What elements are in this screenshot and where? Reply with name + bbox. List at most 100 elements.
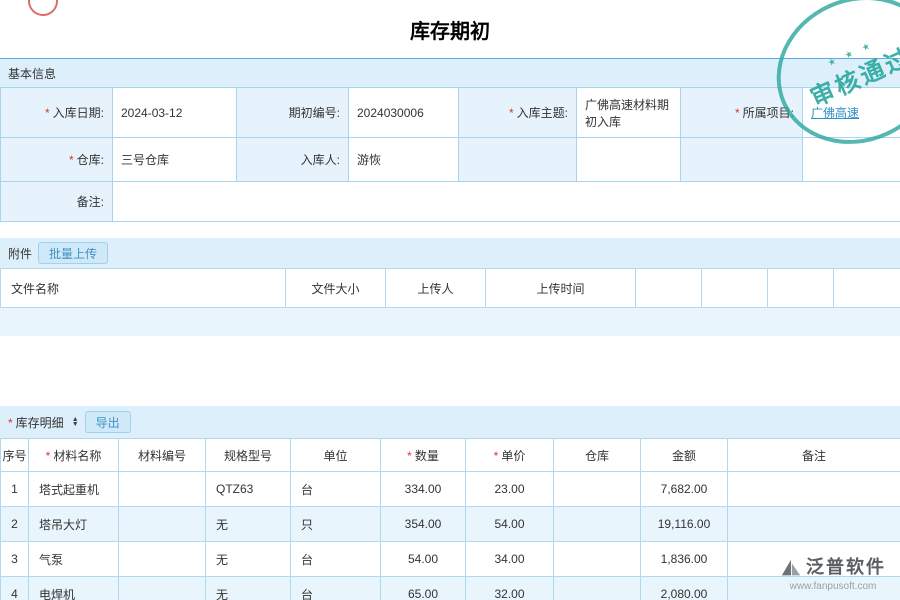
cell-warehouse bbox=[554, 507, 641, 542]
spacer bbox=[0, 336, 900, 406]
cell-remark bbox=[728, 472, 900, 507]
batch-upload-button[interactable]: 批量上传 bbox=[38, 242, 108, 264]
cell-spec-model: 无 bbox=[206, 542, 291, 577]
fanpu-brand-name: 泛普软件 bbox=[806, 553, 886, 579]
cell-unit-price: 23.00 bbox=[466, 472, 554, 507]
field-label-inbound-subject: *入库主题: bbox=[459, 88, 577, 138]
cell-spec-model: QTZ63 bbox=[206, 472, 291, 507]
title-bar: 库存期初 bbox=[0, 0, 900, 59]
label-text: 入库日期: bbox=[53, 106, 104, 120]
cell-material-name: 塔式起重机 bbox=[29, 472, 119, 507]
field-value-opening-number: 2024030006 bbox=[349, 88, 459, 138]
cell-quantity: 54.00 bbox=[381, 542, 466, 577]
field-value-inbound-person: 游恢 bbox=[349, 138, 459, 182]
col-header-empty bbox=[636, 269, 702, 308]
cell-quantity: 65.00 bbox=[381, 577, 466, 600]
col-header-file-size: 文件大小 bbox=[286, 269, 386, 308]
required-mark: * bbox=[69, 153, 74, 167]
export-button[interactable]: 导出 bbox=[85, 411, 131, 433]
cell-warehouse bbox=[554, 472, 641, 507]
field-value-inbound-date: 2024-03-12 bbox=[113, 88, 237, 138]
required-mark: * bbox=[735, 106, 740, 120]
col-header-upload-time: 上传时间 bbox=[486, 269, 636, 308]
label-text: 期初编号: bbox=[289, 106, 340, 120]
sort-down-icon: ▼ bbox=[72, 422, 79, 427]
detail-title-wrap: *库存明细 bbox=[8, 414, 64, 431]
col-header-warehouse: 仓库 bbox=[554, 439, 641, 472]
cell-remark bbox=[728, 507, 900, 542]
col-header-uploader: 上传人 bbox=[386, 269, 486, 308]
empty-value-cell bbox=[577, 138, 681, 182]
fanpu-brand: 泛普软件 www.fanpusoft.com bbox=[780, 553, 886, 592]
col-header-unit: 单位 bbox=[291, 439, 381, 472]
cell-seq: 1 bbox=[1, 472, 29, 507]
col-header-file-name: 文件名称 bbox=[1, 269, 286, 308]
field-label-remark: 备注: bbox=[1, 182, 113, 222]
col-header-quantity: *数量 bbox=[381, 439, 466, 472]
basic-info-row: 备注: bbox=[1, 182, 900, 222]
required-mark: * bbox=[46, 449, 51, 463]
cell-quantity: 334.00 bbox=[381, 472, 466, 507]
cell-spec-model: 无 bbox=[206, 507, 291, 542]
detail-header-row: 序号 *材料名称 材料编号 规格型号 单位 *数量 *单价 仓库 金额 备注 bbox=[1, 439, 900, 472]
cell-amount: 2,080.00 bbox=[641, 577, 728, 600]
cell-amount: 19,116.00 bbox=[641, 507, 728, 542]
label-text: 仓库: bbox=[77, 153, 104, 167]
required-mark: * bbox=[8, 416, 13, 430]
cell-material-code bbox=[119, 577, 206, 600]
cell-unit: 台 bbox=[291, 542, 381, 577]
fanpu-brand-row: 泛普软件 bbox=[780, 553, 886, 579]
col-header-empty bbox=[702, 269, 768, 308]
cell-unit-price: 34.00 bbox=[466, 542, 554, 577]
field-value-remark bbox=[113, 182, 900, 222]
required-mark: * bbox=[45, 106, 50, 120]
sort-icon[interactable]: ▲ ▼ bbox=[72, 417, 79, 427]
col-header-spec-model: 规格型号 bbox=[206, 439, 291, 472]
basic-info-section-header: 基本信息 bbox=[0, 59, 900, 87]
header-text: 单价 bbox=[501, 449, 525, 463]
spacer bbox=[0, 222, 900, 238]
empty-label-cell bbox=[681, 138, 803, 182]
field-label-warehouse: *仓库: bbox=[1, 138, 113, 182]
col-header-seq: 序号 bbox=[1, 439, 29, 472]
empty-label-cell bbox=[459, 138, 577, 182]
cell-warehouse bbox=[554, 577, 641, 600]
required-mark: * bbox=[494, 449, 499, 463]
col-header-empty bbox=[834, 269, 900, 308]
detail-row: 2 塔吊大灯 无 只 354.00 54.00 19,116.00 bbox=[1, 507, 900, 542]
required-mark: * bbox=[509, 106, 514, 120]
basic-info-table: *入库日期: 2024-03-12 期初编号: 2024030006 *入库主题… bbox=[0, 87, 900, 222]
empty-value-cell bbox=[803, 138, 900, 182]
cell-seq: 4 bbox=[1, 577, 29, 600]
header-text: 数量 bbox=[415, 449, 439, 463]
cell-unit-price: 32.00 bbox=[466, 577, 554, 600]
cell-unit: 台 bbox=[291, 577, 381, 600]
cell-material-code bbox=[119, 542, 206, 577]
attachments-table: 文件名称 文件大小 上传人 上传时间 bbox=[0, 268, 900, 308]
cell-spec-model: 无 bbox=[206, 577, 291, 600]
label-text: 备注: bbox=[77, 195, 104, 209]
cell-material-name: 气泵 bbox=[29, 542, 119, 577]
page-title: 库存期初 bbox=[410, 15, 490, 44]
fanpu-logo-icon bbox=[780, 557, 802, 579]
label-text: 入库人: bbox=[301, 153, 340, 167]
field-value-inbound-subject: 广佛高速材料期初入库 bbox=[577, 88, 681, 138]
inventory-opening-page: 库存期初 ★ ★ ★ 审核通过 基本信息 *入库日期: 2024-03-12 期… bbox=[0, 0, 900, 600]
attachments-empty-row bbox=[0, 308, 900, 336]
cell-unit: 台 bbox=[291, 472, 381, 507]
basic-info-title: 基本信息 bbox=[8, 65, 56, 82]
basic-info-row: *仓库: 三号仓库 入库人: 游恢 bbox=[1, 138, 900, 182]
cell-warehouse bbox=[554, 542, 641, 577]
detail-row: 4 电焊机 无 台 65.00 32.00 2,080.00 bbox=[1, 577, 900, 600]
cell-quantity: 354.00 bbox=[381, 507, 466, 542]
col-header-unit-price: *单价 bbox=[466, 439, 554, 472]
label-text: 入库主题: bbox=[517, 106, 568, 120]
required-mark: * bbox=[407, 449, 412, 463]
cell-seq: 2 bbox=[1, 507, 29, 542]
col-header-material-code: 材料编号 bbox=[119, 439, 206, 472]
label-text: 所属项目: bbox=[743, 106, 794, 120]
cell-material-name: 塔吊大灯 bbox=[29, 507, 119, 542]
detail-title: 库存明细 bbox=[16, 416, 64, 430]
project-link[interactable]: 广佛高速 bbox=[811, 106, 859, 120]
field-label-project: *所属项目: bbox=[681, 88, 803, 138]
